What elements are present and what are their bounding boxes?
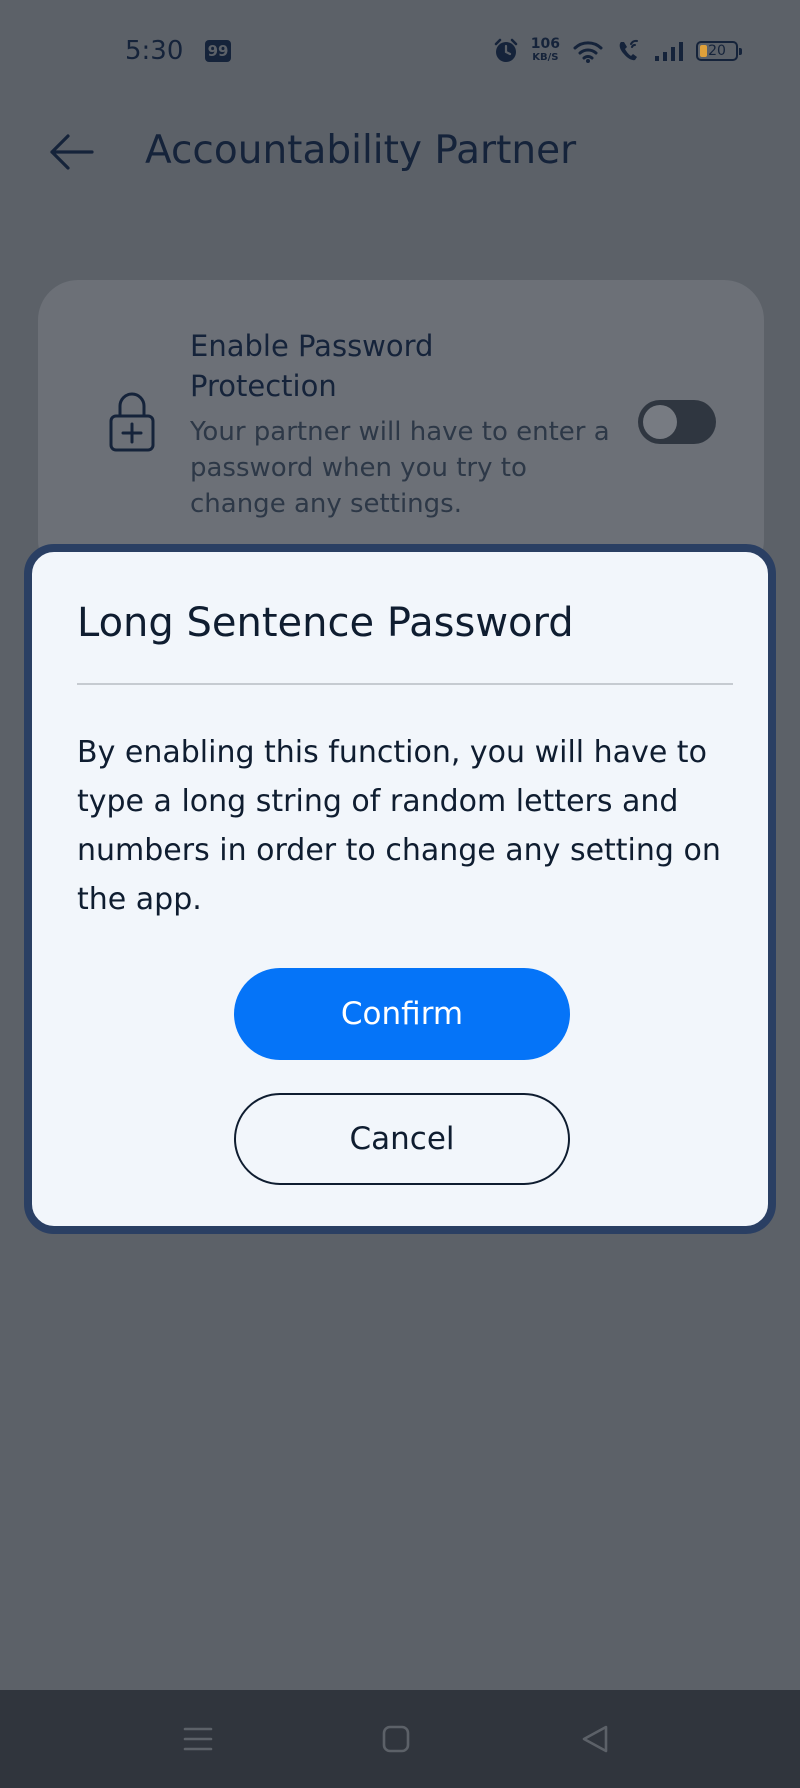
wifi-call-icon [619,39,638,61]
arrow-left-icon [50,134,94,170]
password-protection-toggle[interactable] [638,400,716,444]
recents-button[interactable] [173,1714,223,1764]
dialog-divider [77,683,733,685]
battery-icon: 20 [696,41,742,61]
wifi-icon [573,41,603,63]
page-title: Accountability Partner [145,128,577,173]
recents-menu-icon [183,1727,213,1751]
notification-badge: 99 [205,40,231,62]
net-speed-value: 106 [530,36,560,52]
signal-icon [655,42,683,61]
status-bar: 5:30 99 106 KB/S 20 [0,0,800,104]
dialog-title: Long Sentence Password [77,600,574,646]
status-icons: 106 KB/S 20 [493,34,742,68]
dialog-body: By enabling this function, you will have… [77,735,721,917]
home-icon [382,1725,410,1753]
net-speed-unit: KB/S [532,52,559,63]
nav-back-button[interactable] [570,1714,620,1764]
alarm-icon [494,38,518,62]
setting-title: Enable Password Protection [190,329,434,403]
confirm-button[interactable]: Confirm [234,968,570,1060]
setting-description: Your partner will have to enter a passwo… [190,417,610,519]
password-protection-card: Enable Password Protection Your partner … [38,280,764,580]
toggle-knob [643,405,677,439]
battery-fill [700,45,707,57]
back-triangle-icon [582,1725,608,1753]
cancel-button[interactable]: Cancel [234,1093,570,1185]
home-button[interactable] [371,1714,421,1764]
battery-level: 20 [708,43,726,59]
system-nav-bar [0,1690,800,1788]
net-speed: 106 KB/S [530,36,560,64]
long-sentence-password-dialog: Long Sentence Password By enabling this … [24,544,776,1234]
status-time: 5:30 [125,36,184,66]
back-button[interactable] [44,124,100,180]
lock-plus-icon [109,392,155,452]
